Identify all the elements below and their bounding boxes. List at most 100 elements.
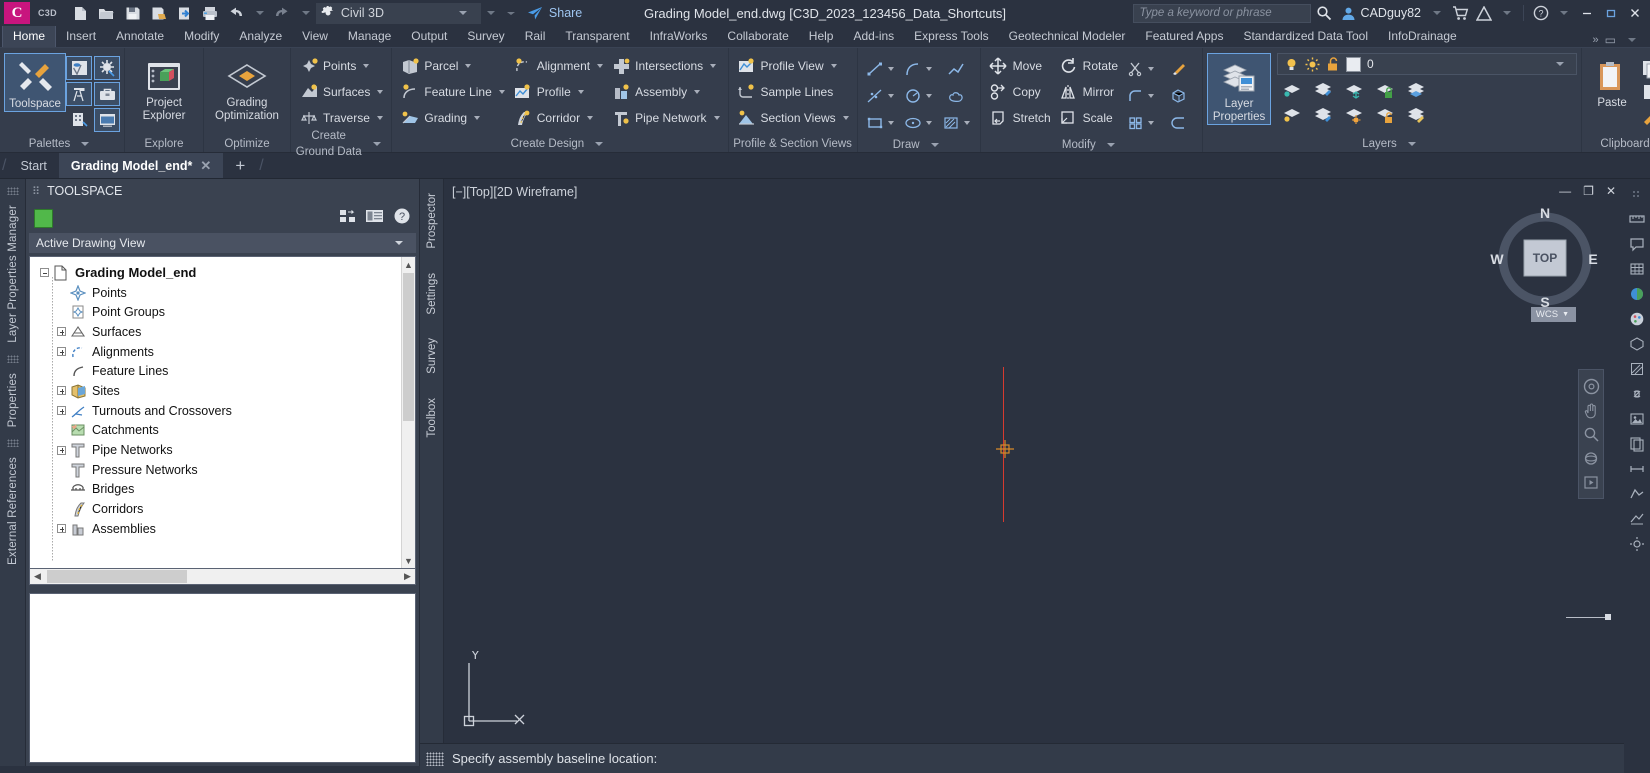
drag-handle[interactable] bbox=[6, 187, 19, 195]
layer-make-current-icon[interactable] bbox=[1308, 103, 1338, 127]
scroll-down-arrow[interactable]: ▼ bbox=[402, 553, 415, 568]
panorama-palette-icon[interactable] bbox=[94, 108, 120, 132]
layer-dropdown-icon[interactable] bbox=[1556, 62, 1565, 66]
ribbon-tab-infodrainage[interactable]: InfoDrainage bbox=[1378, 26, 1467, 47]
erase-icon[interactable] bbox=[1160, 56, 1196, 82]
toolspace-view-selector[interactable]: Active Drawing View bbox=[29, 233, 416, 253]
rail-item-layer-properties-manager[interactable]: Layer Properties Manager bbox=[7, 197, 19, 351]
workspace-caret-icon[interactable] bbox=[458, 11, 467, 15]
mirror-button[interactable]: Mirror bbox=[1055, 79, 1122, 105]
layer-isolate-icon[interactable] bbox=[1277, 78, 1307, 102]
tree-node-surfaces[interactable]: Surfaces bbox=[40, 322, 415, 342]
chevron-down-icon[interactable] bbox=[587, 116, 594, 120]
profile-button[interactable]: Profile bbox=[509, 79, 607, 105]
paste-button[interactable]: Paste bbox=[1586, 53, 1638, 110]
minimize-button[interactable] bbox=[1576, 2, 1598, 24]
chevron-down-icon[interactable] bbox=[465, 64, 472, 68]
revcloud-icon[interactable] bbox=[938, 83, 974, 109]
ribbon-tab-output[interactable]: Output bbox=[401, 26, 457, 47]
ribbon-tab-express-tools[interactable]: Express Tools bbox=[904, 26, 998, 47]
qat-overflow-icon[interactable] bbox=[486, 11, 495, 15]
help-icon[interactable]: ? bbox=[1530, 2, 1552, 24]
panel-expand-icon[interactable] bbox=[373, 141, 382, 146]
panorama-icon[interactable] bbox=[365, 208, 384, 229]
chevron-down-icon[interactable] bbox=[830, 64, 837, 68]
sheet-set-icon[interactable] bbox=[1626, 433, 1648, 455]
ribbon-tab-manage[interactable]: Manage bbox=[338, 26, 401, 47]
ellipse-icon[interactable] bbox=[900, 110, 936, 136]
workspace-switcher[interactable]: Civil 3D bbox=[315, 2, 481, 24]
open-icon[interactable] bbox=[94, 2, 119, 24]
tree-node-feature-lines[interactable]: Feature Lines bbox=[40, 361, 415, 381]
chevron-down-icon[interactable] bbox=[713, 116, 720, 120]
chevron-down-icon[interactable] bbox=[395, 241, 403, 245]
render-tool-icon[interactable] bbox=[1626, 408, 1648, 430]
tree-node-corridors[interactable]: Corridors bbox=[40, 499, 415, 519]
ribbon-more-icon[interactable]: » bbox=[1593, 34, 1599, 46]
tree-node-catchments[interactable]: Catchments bbox=[40, 421, 415, 441]
pan-icon[interactable] bbox=[1583, 398, 1599, 422]
feature-line-button[interactable]: Feature Line bbox=[396, 79, 508, 105]
account-caret-icon[interactable] bbox=[1433, 11, 1441, 15]
help-icon[interactable]: ? bbox=[393, 207, 411, 230]
viewport-label[interactable]: [−][Top][2D Wireframe] bbox=[452, 185, 577, 199]
tree-node-alignments[interactable]: Alignments bbox=[40, 342, 415, 362]
chevron-down-icon[interactable] bbox=[710, 64, 717, 68]
fillet-icon[interactable] bbox=[1122, 83, 1158, 109]
assembly-button[interactable]: Assembly bbox=[607, 79, 723, 105]
chevron-down-icon[interactable] bbox=[842, 116, 849, 120]
tree-node-turnouts-and-crossovers[interactable]: Turnouts and Crossovers bbox=[40, 401, 415, 421]
scroll-left-arrow[interactable]: ◀ bbox=[30, 571, 45, 582]
doc-tab-grading-model-end[interactable]: Grading Model_end* ✕ bbox=[58, 153, 224, 178]
spline-icon[interactable] bbox=[862, 83, 898, 109]
rail-item-external-references[interactable]: External References bbox=[7, 449, 19, 573]
tree-node-assemblies[interactable]: Assemblies bbox=[40, 519, 415, 539]
wcs-selector[interactable]: WCS ▼ bbox=[1530, 307, 1576, 322]
ribbon-tab-geotechnical-modeler[interactable]: Geotechnical Modeler bbox=[999, 26, 1136, 47]
drag-handle[interactable] bbox=[6, 354, 19, 363]
share-button[interactable]: Share bbox=[527, 6, 582, 21]
rectangle-icon[interactable] bbox=[862, 110, 898, 136]
arc-icon[interactable] bbox=[900, 56, 936, 82]
survey-palette-icon[interactable] bbox=[66, 82, 92, 106]
command-line[interactable]: Specify assembly baseline location: bbox=[420, 743, 1624, 773]
ribbon-tab-add-ins[interactable]: Add-ins bbox=[843, 26, 904, 47]
showmotion-icon[interactable] bbox=[1583, 470, 1599, 494]
undo-dropdown-icon[interactable] bbox=[255, 11, 264, 15]
expand-icon[interactable] bbox=[57, 386, 66, 396]
scale-button[interactable]: Scale bbox=[1055, 105, 1122, 131]
chevron-down-icon[interactable] bbox=[577, 90, 584, 94]
chevron-down-icon[interactable]: ▼ bbox=[1562, 311, 1569, 318]
layer-thaw-icon[interactable] bbox=[1339, 103, 1369, 127]
expand-icon[interactable] bbox=[57, 347, 66, 357]
tree-node-pressure-networks[interactable]: Pressure Networks bbox=[40, 460, 415, 480]
profile-view-button[interactable]: Profile View bbox=[733, 53, 853, 79]
ribbon-tab-help[interactable]: Help bbox=[799, 26, 844, 47]
autodesk-apps-icon[interactable] bbox=[1473, 2, 1495, 24]
tree-horizontal-scrollbar[interactable]: ◀ ▶ bbox=[29, 569, 416, 585]
chevron-down-icon[interactable] bbox=[597, 64, 604, 68]
scroll-track[interactable] bbox=[45, 569, 400, 584]
zoom-icon[interactable] bbox=[1583, 422, 1599, 446]
stretch-button[interactable]: Stretch bbox=[985, 105, 1055, 131]
offset-icon[interactable] bbox=[1160, 110, 1196, 136]
close-button[interactable] bbox=[1624, 2, 1646, 24]
search-input[interactable]: Type a keyword or phrase bbox=[1132, 3, 1311, 23]
tree-vertical-scrollbar[interactable]: ▲ ▼ bbox=[401, 257, 415, 568]
tree-node-point-groups[interactable]: Point Groups bbox=[40, 302, 415, 322]
help-caret-icon[interactable] bbox=[1560, 11, 1568, 15]
panel-expand-icon[interactable] bbox=[1407, 141, 1416, 146]
view-cube[interactable]: TOP N S W E bbox=[1490, 182, 1600, 314]
restore-button[interactable] bbox=[1600, 2, 1622, 24]
rotate-button[interactable]: Rotate bbox=[1055, 53, 1122, 79]
apps-caret-icon[interactable] bbox=[1503, 11, 1511, 15]
save-icon[interactable] bbox=[120, 2, 145, 24]
expand-icon[interactable] bbox=[57, 445, 66, 455]
doc-tab-start[interactable]: Start bbox=[8, 153, 58, 178]
palette-tool-icon[interactable] bbox=[1626, 308, 1648, 330]
layer-lock-icon[interactable] bbox=[1370, 78, 1400, 102]
prospector-active-icon[interactable] bbox=[34, 208, 53, 228]
move-button[interactable]: Move bbox=[985, 53, 1055, 79]
layer-edit-icon[interactable] bbox=[1308, 78, 1338, 102]
hatch-icon[interactable] bbox=[938, 110, 974, 136]
